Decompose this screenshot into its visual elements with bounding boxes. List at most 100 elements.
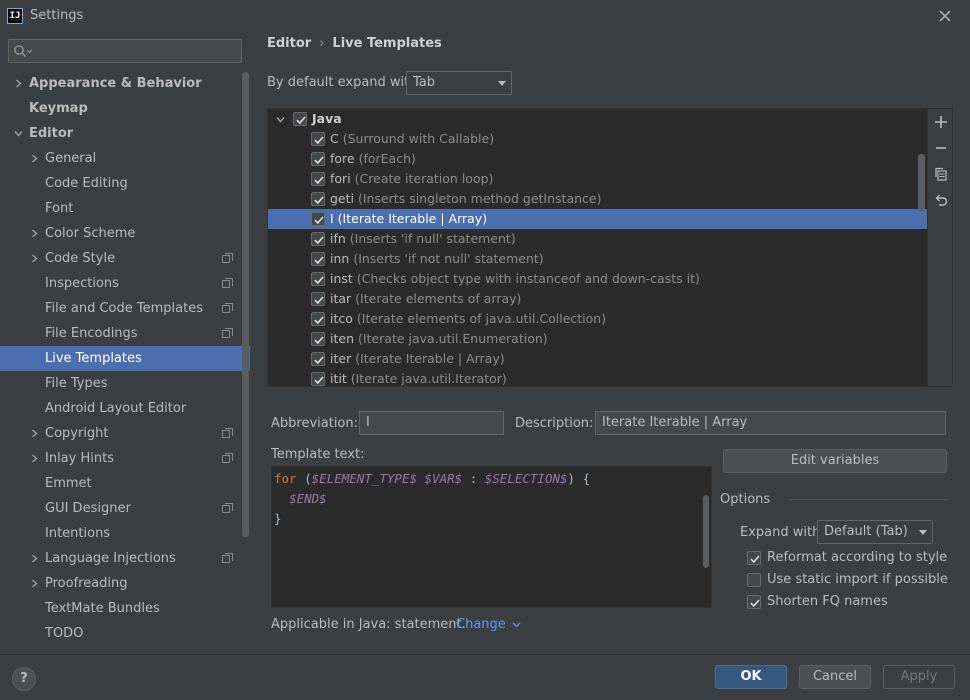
checkmark-icon <box>314 216 324 225</box>
templates-scrollbar[interactable] <box>918 154 925 211</box>
default-expand-select[interactable]: Tab <box>406 71 512 95</box>
undo-icon[interactable] <box>933 192 949 208</box>
template-checkbox[interactable] <box>311 212 325 226</box>
template-row[interactable]: inst (Checks object type with instanceof… <box>268 269 927 289</box>
help-button[interactable]: ? <box>12 667 36 691</box>
sidebar-item-file-types[interactable]: File Types <box>0 371 250 396</box>
abbreviation-input[interactable]: I <box>359 411 504 435</box>
sidebar-item-file-and-code-templates[interactable]: File and Code Templates <box>0 296 250 321</box>
description-input[interactable]: Iterate Iterable | Array <box>595 411 946 435</box>
template-checkbox[interactable] <box>311 272 325 286</box>
chevron-right-icon[interactable] <box>30 429 39 438</box>
template-text-editor[interactable]: for ($ELEMENT_TYPE$ $VAR$ : $SELECTION$)… <box>271 466 712 608</box>
template-row[interactable]: fori (Create iteration loop) <box>268 169 927 189</box>
sidebar-item-inlay-hints[interactable]: Inlay Hints <box>0 446 250 471</box>
sidebar-item-label: Emmet <box>45 476 92 491</box>
abbr-text: iter <box>330 351 352 366</box>
copy-icon[interactable] <box>933 166 949 182</box>
template-checkbox[interactable] <box>311 352 325 366</box>
editor-scrollbar[interactable] <box>703 495 709 568</box>
template-description: (Iterate elements of java.util.Collectio… <box>356 311 607 326</box>
apply-button[interactable]: Apply <box>883 665 955 689</box>
chevron-right-icon[interactable] <box>14 79 23 88</box>
template-checkbox[interactable] <box>311 132 325 146</box>
sidebar-item-gui-designer[interactable]: GUI Designer <box>0 496 250 521</box>
plus-icon[interactable] <box>933 114 949 130</box>
sidebar-item-live-templates[interactable]: Live Templates <box>0 346 250 371</box>
template-row[interactable]: iter (Iterate Iterable | Array) <box>268 349 927 369</box>
template-checkbox[interactable] <box>311 192 325 206</box>
template-group-java[interactable]: Java <box>268 109 927 129</box>
ok-button[interactable]: OK <box>715 665 787 689</box>
template-checkbox[interactable] <box>311 232 325 246</box>
sidebar-item-font[interactable]: Font <box>0 196 250 221</box>
checkmark-icon <box>314 296 324 305</box>
sidebar-item-editor[interactable]: Editor <box>0 121 250 146</box>
sidebar-item-inspections[interactable]: Inspections <box>0 271 250 296</box>
chevron-right-icon[interactable] <box>30 554 39 563</box>
option-checkbox[interactable] <box>747 595 761 609</box>
template-checkbox[interactable] <box>311 172 325 186</box>
sidebar-item-copyright[interactable]: Copyright <box>0 421 250 446</box>
template-row[interactable]: inn (Inserts 'if not null' statement) <box>268 249 927 269</box>
sidebar-item-general[interactable]: General <box>0 146 250 171</box>
chevron-down-icon[interactable] <box>14 129 23 138</box>
option-checkbox[interactable] <box>747 551 761 565</box>
abbr-text: C <box>330 131 339 146</box>
template-row[interactable]: iten (Iterate java.util.Enumeration) <box>268 329 927 349</box>
sidebar-item-color-scheme[interactable]: Color Scheme <box>0 221 250 246</box>
template-row[interactable]: fore (forEach) <box>268 149 927 169</box>
edit-variables-button[interactable]: Edit variables <box>723 449 947 473</box>
template-row[interactable]: I (Iterate Iterable | Array) <box>268 209 927 229</box>
template-row[interactable]: itar (Iterate elements of array) <box>268 289 927 309</box>
template-row[interactable]: itit (Iterate java.util.Iterator) <box>268 369 927 386</box>
sidebar-item-file-encodings[interactable]: File Encodings <box>0 321 250 346</box>
abbr-text: iten <box>330 331 354 346</box>
sidebar-item-proofreading[interactable]: Proofreading <box>0 571 250 596</box>
checkmark-icon <box>314 276 324 285</box>
sidebar-scrollbar[interactable] <box>242 72 249 537</box>
cancel-button[interactable]: Cancel <box>799 665 871 689</box>
template-checkbox[interactable] <box>311 372 325 386</box>
sidebar-item-language-injections[interactable]: Language Injections <box>0 546 250 571</box>
template-checkbox[interactable] <box>293 112 307 126</box>
template-checkbox[interactable] <box>311 152 325 166</box>
sidebar-item-android-layout-editor[interactable]: Android Layout Editor <box>0 396 250 421</box>
sidebar-item-code-style[interactable]: Code Style <box>0 246 250 271</box>
chevron-down-icon[interactable] <box>276 115 285 124</box>
chevron-right-icon[interactable] <box>30 154 39 163</box>
chevron-right-icon[interactable] <box>30 254 39 263</box>
chevron-right-icon[interactable] <box>30 229 39 238</box>
chevron-right-icon[interactable] <box>30 454 39 463</box>
template-row[interactable]: geti (Inserts singleton method getInstan… <box>268 189 927 209</box>
sidebar-item-label: Code Editing <box>45 176 128 191</box>
breadcrumb-parent[interactable]: Editor <box>267 36 311 51</box>
sidebar-item-textmate-bundles[interactable]: TextMate Bundles <box>0 596 250 621</box>
expand-with-select[interactable]: Default (Tab) <box>817 520 933 544</box>
sidebar-item-label: Keymap <box>29 101 88 116</box>
sidebar-item-code-editing[interactable]: Code Editing <box>0 171 250 196</box>
sidebar-item-keymap[interactable]: Keymap <box>0 96 250 121</box>
template-row[interactable]: itco (Iterate elements of java.util.Coll… <box>268 309 927 329</box>
close-icon[interactable] <box>936 7 954 25</box>
minus-icon[interactable] <box>933 140 949 156</box>
option-checkbox[interactable] <box>747 573 761 587</box>
search-input[interactable] <box>8 39 242 63</box>
template-row[interactable]: C (Surround with Callable) <box>268 129 927 149</box>
sidebar-item-todo[interactable]: TODO <box>0 621 250 646</box>
live-templates-list[interactable]: Java C (Surround with Callable) fore (forE… <box>267 108 928 387</box>
change-context-link[interactable]: Change <box>456 617 521 632</box>
chevron-right-icon[interactable] <box>30 579 39 588</box>
template-checkbox[interactable] <box>311 252 325 266</box>
template-checkbox[interactable] <box>311 312 325 326</box>
sidebar-item-emmet[interactable]: Emmet <box>0 471 250 496</box>
template-abbreviation: inn (Inserts 'if not null' statement) <box>330 249 544 269</box>
template-checkbox[interactable] <box>311 292 325 306</box>
dropdown-arrow-icon <box>498 81 506 86</box>
template-abbreviation: C (Surround with Callable) <box>330 129 494 149</box>
sidebar-item-appearance-behavior[interactable]: Appearance & Behavior <box>0 71 250 96</box>
template-row[interactable]: ifn (Inserts 'if null' statement) <box>268 229 927 249</box>
template-checkbox[interactable] <box>311 332 325 346</box>
sidebar-item-intentions[interactable]: Intentions <box>0 521 250 546</box>
